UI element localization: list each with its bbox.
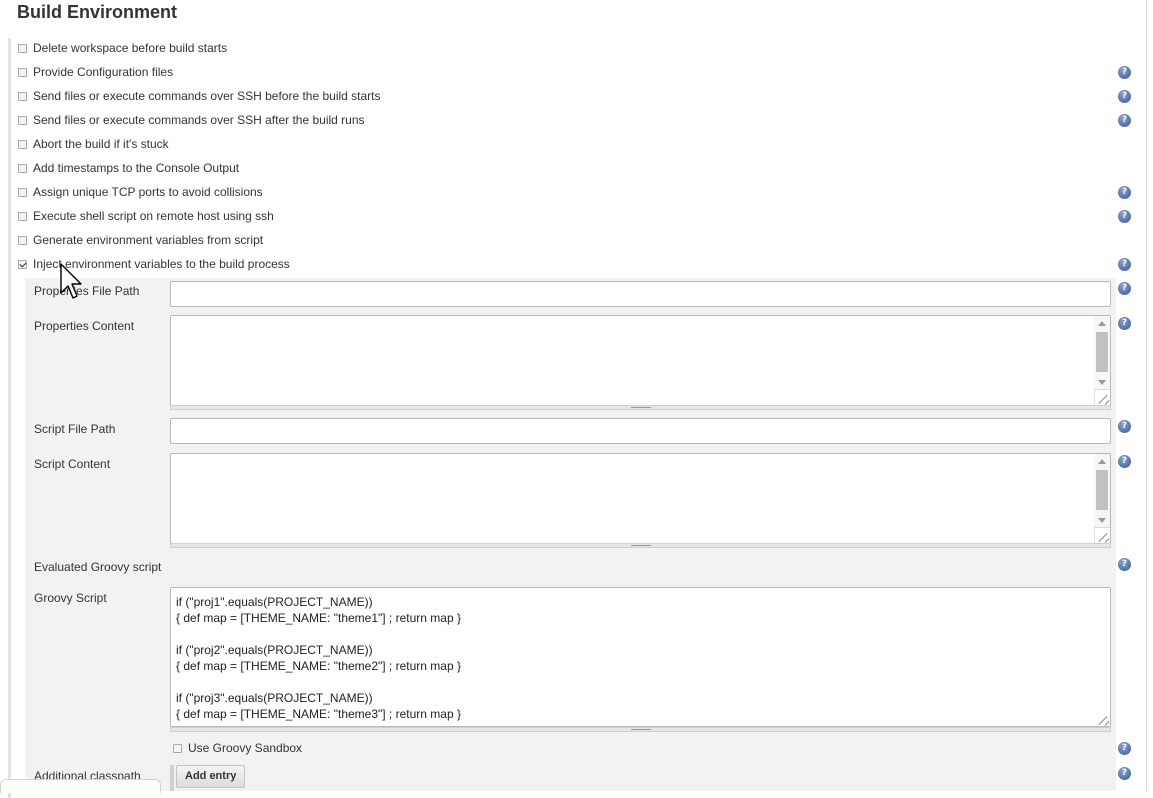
help-icon[interactable]: ? bbox=[1118, 186, 1131, 199]
scroll-up-icon[interactable] bbox=[1098, 459, 1106, 464]
checkbox[interactable] bbox=[18, 67, 27, 77]
add-entry-rail bbox=[170, 765, 174, 791]
textarea-drag-bar[interactable] bbox=[170, 727, 1111, 732]
add-entry-button[interactable]: Add entry bbox=[176, 765, 246, 788]
option-ssh-after-build[interactable]: Send files or execute commands over SSH … bbox=[18, 111, 365, 129]
option-label: Assign unique TCP ports to avoid collisi… bbox=[33, 185, 263, 199]
properties-file-path-label: Properties File Path bbox=[34, 284, 140, 298]
code-line: { def map = [THEME_NAME: "theme2"] ; ret… bbox=[176, 659, 461, 673]
scrollbar[interactable] bbox=[1094, 454, 1110, 527]
textarea-drag-bar[interactable] bbox=[170, 543, 1111, 548]
option-remote-shell-ssh[interactable]: Execute shell script on remote host usin… bbox=[18, 207, 274, 225]
option-abort-if-stuck[interactable]: Abort the build if it's stuck bbox=[18, 135, 169, 153]
checkbox[interactable] bbox=[18, 91, 27, 101]
option-label: Use Groovy Sandbox bbox=[188, 741, 303, 755]
scrollbar[interactable] bbox=[1094, 316, 1110, 389]
checkbox[interactable] bbox=[18, 235, 27, 245]
resize-handle-icon[interactable] bbox=[1094, 527, 1110, 543]
help-icon[interactable]: ? bbox=[1118, 66, 1131, 79]
option-assign-tcp-ports[interactable]: Assign unique TCP ports to avoid collisi… bbox=[18, 183, 263, 201]
checkbox[interactable] bbox=[18, 163, 27, 173]
option-delete-workspace[interactable]: Delete workspace before build starts bbox=[18, 39, 227, 57]
script-content-textarea[interactable] bbox=[170, 453, 1111, 544]
help-icon[interactable]: ? bbox=[1118, 258, 1131, 271]
resize-handle-icon[interactable] bbox=[1094, 389, 1110, 405]
checkbox[interactable] bbox=[18, 211, 27, 221]
properties-content-textarea[interactable] bbox=[170, 315, 1111, 406]
help-icon[interactable]: ? bbox=[1118, 558, 1131, 571]
option-label: Provide Configuration files bbox=[33, 65, 174, 79]
properties-file-path-input[interactable] bbox=[170, 281, 1111, 307]
properties-content-label: Properties Content bbox=[34, 319, 135, 333]
use-groovy-sandbox-option[interactable]: Use Groovy Sandbox bbox=[173, 741, 302, 755]
scroll-down-icon[interactable] bbox=[1098, 518, 1106, 523]
option-add-timestamps[interactable]: Add timestamps to the Console Output bbox=[18, 159, 239, 177]
option-provide-config-files[interactable]: Provide Configuration files bbox=[18, 63, 173, 81]
evaluated-groovy-label: Evaluated Groovy script bbox=[34, 560, 162, 574]
scroll-thumb[interactable] bbox=[1096, 470, 1108, 510]
help-icon[interactable]: ? bbox=[1118, 114, 1131, 127]
option-label: Delete workspace before build starts bbox=[33, 41, 228, 55]
help-icon[interactable]: ? bbox=[1118, 90, 1131, 103]
checkbox[interactable] bbox=[18, 43, 27, 53]
checkbox[interactable] bbox=[18, 115, 27, 125]
script-file-path-input[interactable] bbox=[170, 418, 1111, 444]
option-generate-env-vars[interactable]: Generate environment variables from scri… bbox=[18, 231, 263, 249]
option-label: Execute shell script on remote host usin… bbox=[33, 209, 274, 223]
section-left-rule bbox=[8, 38, 11, 798]
option-label: Abort the build if it's stuck bbox=[33, 137, 169, 151]
resize-handle-icon[interactable] bbox=[1094, 710, 1110, 726]
code-line: { def map = [THEME_NAME: "theme3"] ; ret… bbox=[176, 707, 461, 721]
scroll-up-icon[interactable] bbox=[1098, 321, 1106, 326]
code-line: if ("proj2".equals(PROJECT_NAME)) bbox=[176, 643, 373, 657]
help-icon[interactable]: ? bbox=[1118, 420, 1131, 433]
option-ssh-before-build[interactable]: Send files or execute commands over SSH … bbox=[18, 87, 381, 105]
scroll-down-icon[interactable] bbox=[1098, 380, 1106, 385]
checkbox[interactable] bbox=[173, 743, 182, 753]
option-label: Send files or execute commands over SSH … bbox=[33, 113, 365, 127]
code-line: if ("proj1".equals(PROJECT_NAME)) bbox=[176, 595, 373, 609]
checkbox-checked[interactable] bbox=[18, 259, 27, 269]
script-content-label: Script Content bbox=[34, 457, 111, 471]
scroll-thumb[interactable] bbox=[1096, 332, 1108, 372]
option-label: Add timestamps to the Console Output bbox=[33, 161, 240, 175]
checkbox[interactable] bbox=[18, 187, 27, 197]
section-right-rule bbox=[1146, 0, 1147, 791]
groovy-script-textarea[interactable]: if ("proj1".equals(PROJECT_NAME)) { def … bbox=[170, 587, 1111, 727]
code-line: if ("proj3".equals(PROJECT_NAME)) bbox=[176, 691, 373, 705]
help-icon[interactable]: ? bbox=[1118, 742, 1131, 755]
option-inject-env-vars[interactable]: Inject environment variables to the buil… bbox=[18, 255, 290, 273]
help-icon[interactable]: ? bbox=[1118, 210, 1131, 223]
help-icon[interactable]: ? bbox=[1118, 282, 1131, 295]
mouse-pointer-icon bbox=[60, 263, 82, 299]
checkbox[interactable] bbox=[18, 139, 27, 149]
help-icon[interactable]: ? bbox=[1118, 317, 1131, 330]
option-label: Generate environment variables from scri… bbox=[33, 233, 264, 247]
script-file-path-label: Script File Path bbox=[34, 422, 116, 436]
help-icon[interactable]: ? bbox=[1118, 455, 1131, 468]
page-title: Build Environment bbox=[17, 2, 178, 22]
code-line: { def map = [THEME_NAME: "theme1"] ; ret… bbox=[176, 611, 461, 625]
help-icon[interactable]: ? bbox=[1118, 767, 1131, 780]
groovy-script-label: Groovy Script bbox=[34, 591, 107, 605]
option-label: Send files or execute commands over SSH … bbox=[33, 89, 381, 103]
textarea-drag-bar[interactable] bbox=[170, 405, 1111, 410]
